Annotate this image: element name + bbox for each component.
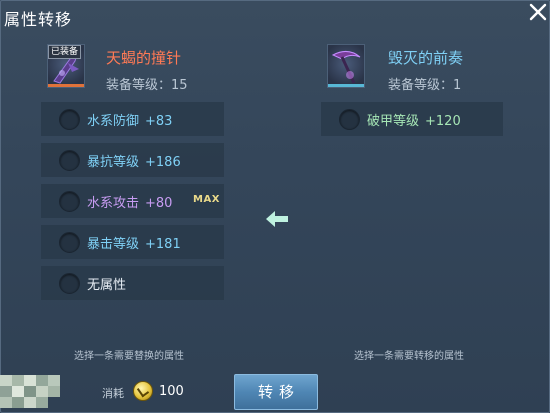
source-attr-row[interactable]: 无属性 (41, 266, 224, 300)
radio-button[interactable] (59, 273, 80, 294)
attr-value: +181 (145, 237, 181, 252)
attr-name: 水系攻击 (87, 196, 140, 211)
attr-value: +186 (145, 155, 181, 170)
cost-label: 消耗 (102, 387, 124, 400)
attr-value: +80 (145, 196, 173, 211)
scythe-weapon-icon (331, 51, 361, 84)
transfer-button[interactable]: 转移 (234, 374, 318, 410)
equipped-badge: 已装备 (48, 45, 82, 59)
attr-value: +83 (145, 114, 173, 129)
attr-name: 无属性 (87, 278, 127, 293)
radio-button[interactable] (339, 109, 360, 130)
source-attr-row[interactable]: 水系防御 +83 (41, 102, 224, 136)
radio-button[interactable] (59, 191, 80, 212)
source-attr-row[interactable]: 水系攻击 +80 MAX (41, 184, 224, 218)
attr-name: 暴抗等级 (87, 155, 140, 170)
radio-button[interactable] (59, 109, 80, 130)
gold-coin-icon (133, 381, 153, 401)
target-hint: 选择一条需要转移的属性 (354, 351, 464, 362)
close-icon[interactable] (526, 0, 550, 24)
attr-name: 水系防御 (87, 114, 140, 129)
attr-name: 破甲等级 (367, 114, 420, 129)
radio-button[interactable] (59, 150, 80, 171)
target-quality-bar (328, 84, 364, 87)
attr-name: 暴击等级 (87, 237, 140, 252)
avatar (0, 369, 76, 413)
arrow-left-icon (266, 211, 288, 227)
source-equip-level: 装备等级：15 (106, 78, 188, 93)
source-hint: 选择一条需要替换的属性 (74, 351, 184, 362)
target-equip-name: 毁灭的前奏 (388, 49, 464, 67)
dialog-title: 属性转移 (4, 10, 73, 29)
target-equip-level: 装备等级：1 (388, 78, 462, 93)
target-equip-thumbnail[interactable] (327, 44, 365, 88)
source-attr-row[interactable]: 暴抗等级 +186 (41, 143, 224, 177)
radio-button[interactable] (59, 232, 80, 253)
source-attr-row[interactable]: 暴击等级 +181 (41, 225, 224, 259)
source-equip-thumbnail[interactable]: 已装备 (47, 44, 85, 88)
target-attr-row[interactable]: 破甲等级 +120 (321, 102, 503, 136)
cost-value: 100 (159, 384, 184, 399)
max-badge: MAX (193, 194, 220, 205)
attr-value: +120 (425, 114, 461, 129)
source-equip-name: 天蝎的撞针 (106, 49, 182, 67)
source-quality-bar (48, 84, 84, 87)
